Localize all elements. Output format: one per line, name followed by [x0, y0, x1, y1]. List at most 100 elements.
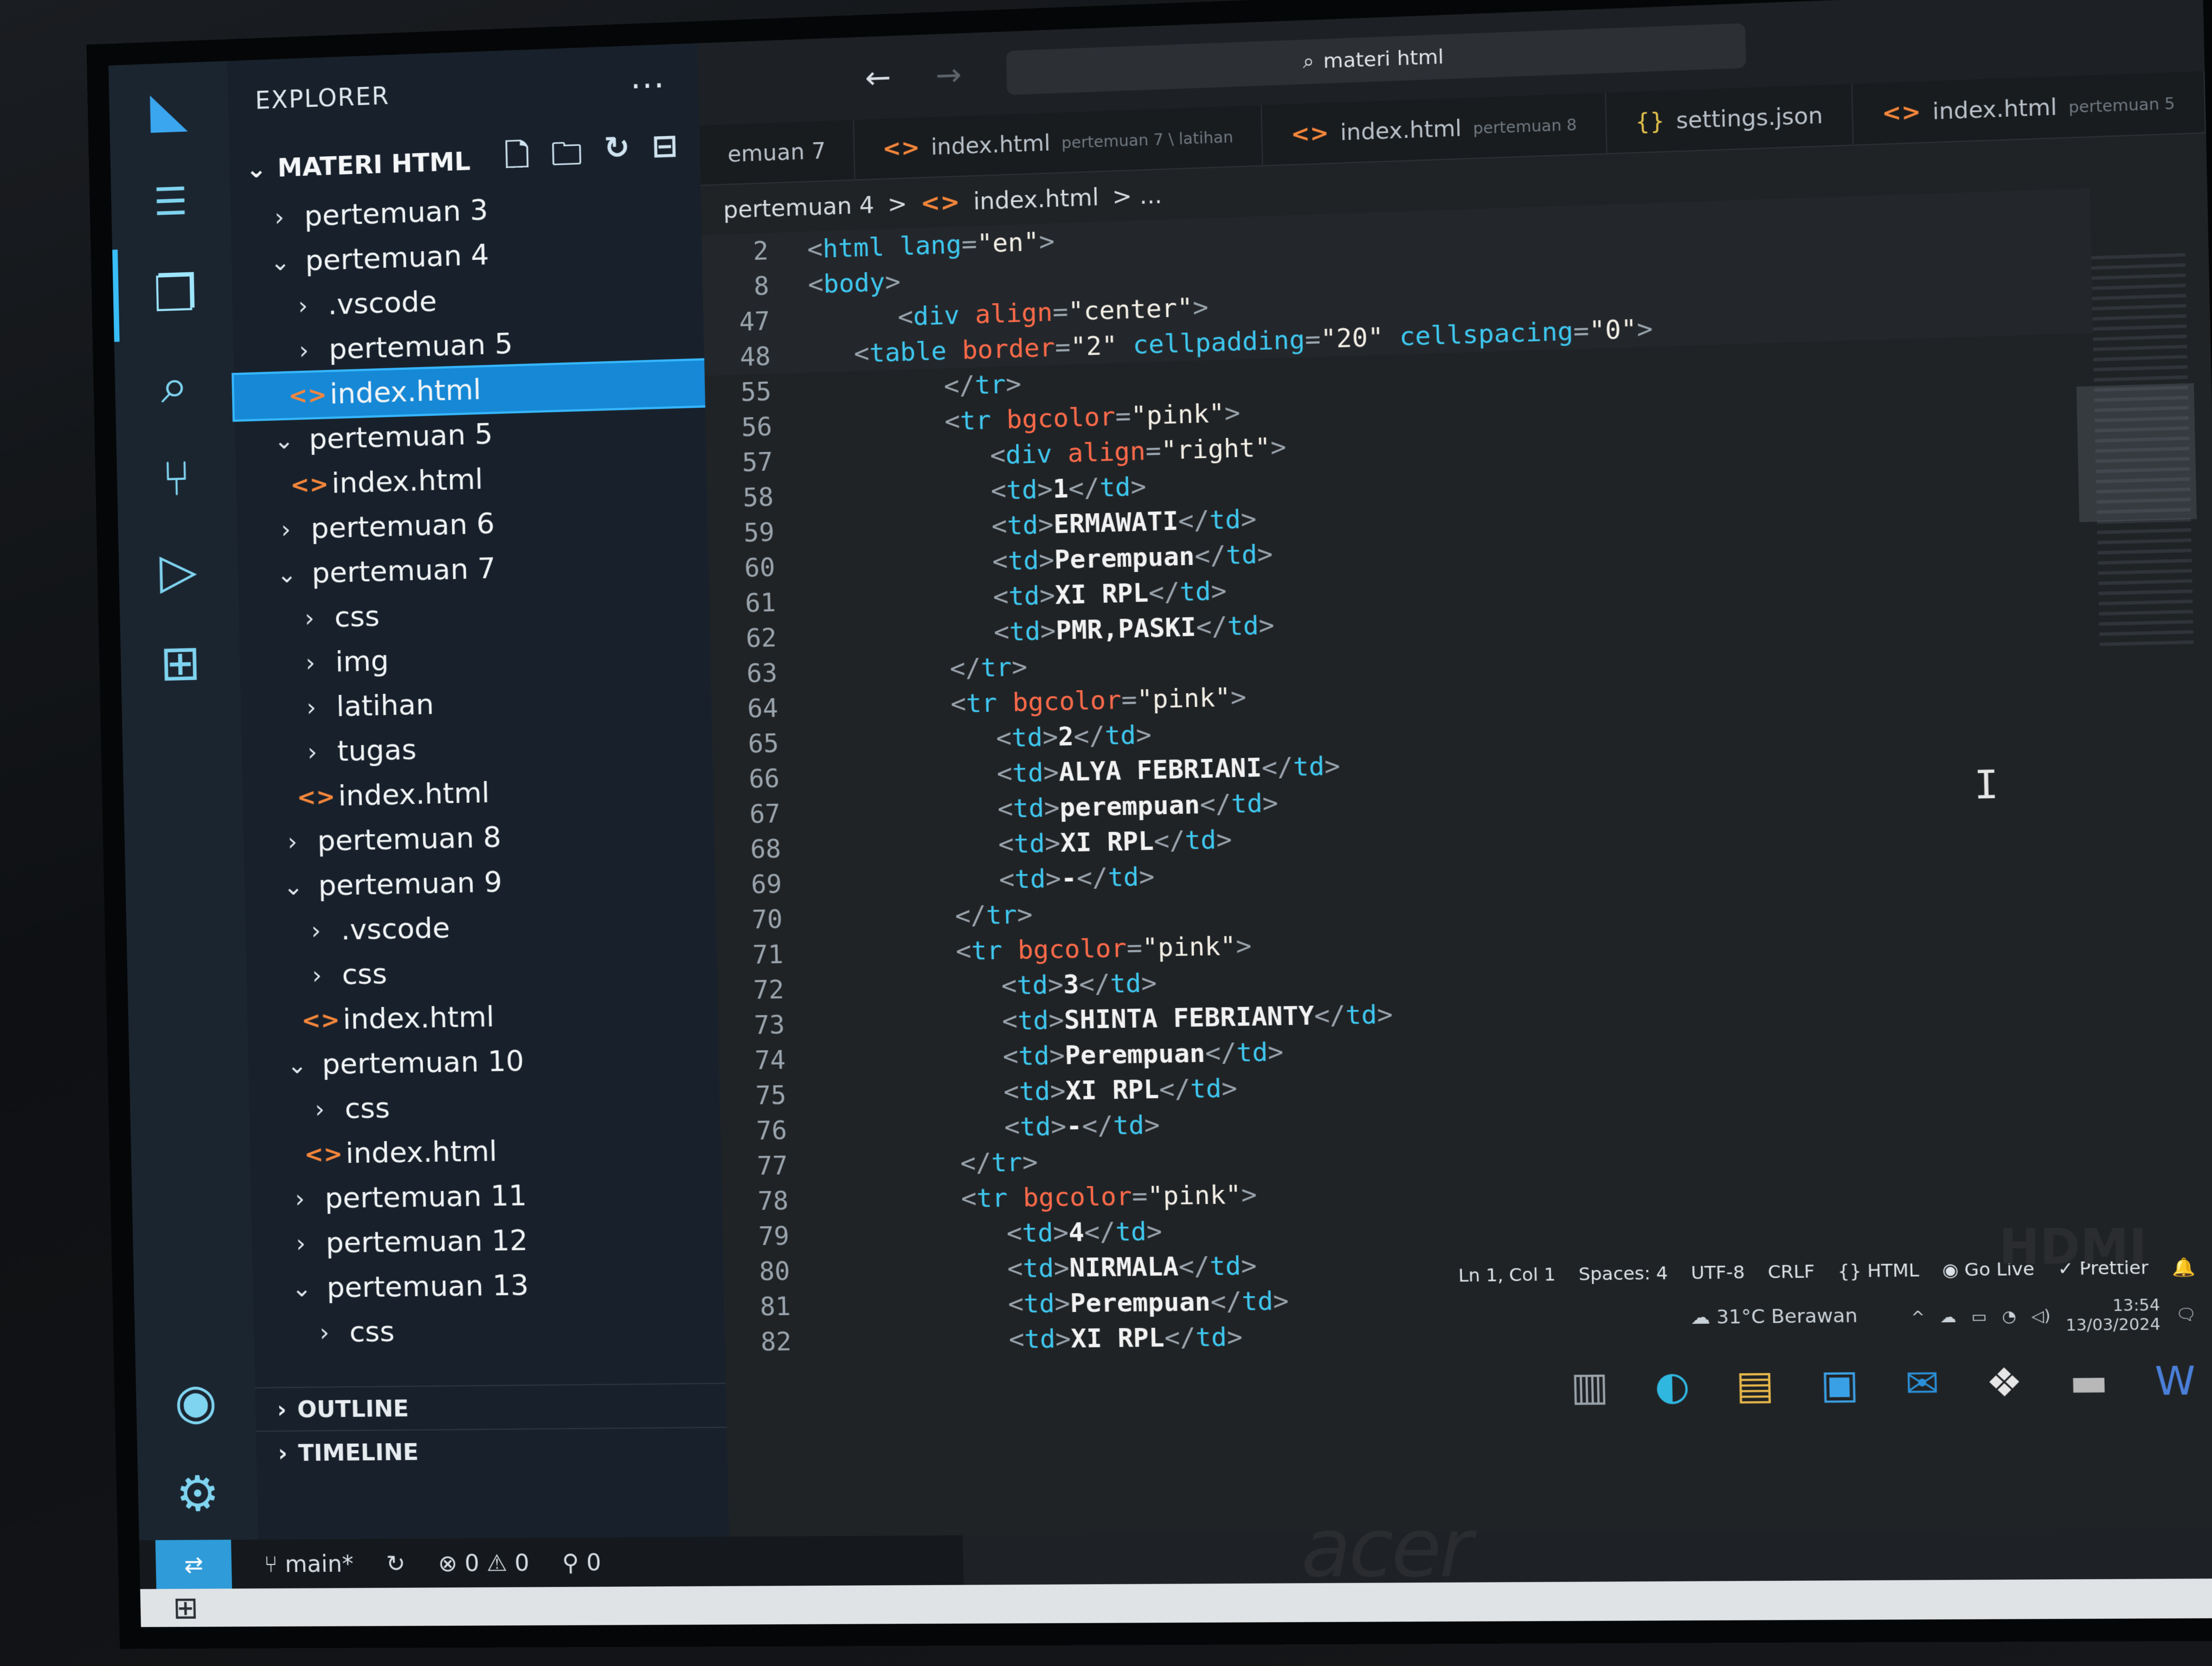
command-center-search[interactable]: ⌕ materi html	[1006, 23, 1746, 95]
mail-icon[interactable]: ✉	[1905, 1360, 1940, 1407]
html-file-icon: <>	[297, 783, 330, 811]
chevron-down-icon: ⌄	[280, 1051, 313, 1079]
code-token: <	[993, 617, 1009, 647]
editor-tab[interactable]: {} settings.json	[1606, 84, 1854, 155]
tree-folder-item[interactable]: › css	[249, 1081, 721, 1133]
code-token: <	[1008, 1289, 1024, 1318]
code-token: td	[1018, 1041, 1050, 1071]
code-text: <td>Perempuan</td>	[829, 1286, 1289, 1321]
tree-item-label: index.html	[343, 1001, 494, 1036]
account-icon[interactable]: ◉	[136, 1355, 256, 1448]
branch-indicator[interactable]: ⑂ main*	[264, 1550, 354, 1577]
notification-center-icon[interactable]: 🗨	[2175, 1305, 2196, 1324]
tree-item-label: pertemuan 11	[325, 1180, 528, 1215]
code-token: >	[1136, 720, 1152, 750]
weather-widget[interactable]: ☁ 31°C Berawan	[1690, 1305, 1858, 1329]
windows-start-icon[interactable]: ⊞	[172, 1590, 198, 1625]
code-editor[interactable]: 2 <html lang="en"> 8 <body> 47 <div align="ce…	[702, 188, 2119, 1536]
code-token: >	[1226, 1322, 1243, 1352]
run-debug-icon[interactable]: ▷	[118, 523, 239, 618]
code-token: >	[1045, 863, 1062, 894]
editor-tab[interactable]: <> index.html pertemuan 8	[1262, 93, 1607, 166]
chevron-down-icon: ⌄	[270, 560, 303, 588]
edge-icon[interactable]: ◐	[1654, 1362, 1690, 1408]
error-count: 0	[465, 1549, 480, 1577]
word-icon[interactable]: W	[2155, 1357, 2196, 1404]
file-explorer-icon[interactable]: ▤	[1735, 1362, 1774, 1408]
code-token: </	[955, 900, 986, 931]
source-control-icon[interactable]: ⑂	[116, 431, 237, 526]
battery-icon[interactable]: ▭	[1971, 1308, 1987, 1327]
settings-gear-icon[interactable]: ⚙	[137, 1447, 258, 1540]
code-token: <	[997, 793, 1013, 824]
tree-item-label: css	[334, 600, 380, 634]
code-token: =	[1052, 297, 1069, 327]
forward-arrow-icon[interactable]: →	[935, 56, 962, 93]
amazon-icon[interactable]: ▬	[2069, 1359, 2108, 1405]
code-token: >	[1270, 432, 1287, 462]
problems-indicator[interactable]: ⊗ 0 ⚠ 0	[438, 1549, 530, 1576]
ports-indicator[interactable]: ⚲ 0	[562, 1549, 601, 1576]
tree-folder-item[interactable]: › pertemuan 12	[252, 1216, 723, 1266]
tree-file-item[interactable]: <> index.html	[249, 1126, 721, 1177]
encoding[interactable]: UTF-8	[1690, 1261, 1745, 1283]
breadcrumb-file[interactable]: index.html	[973, 183, 1099, 215]
indentation[interactable]: Spaces: 4	[1578, 1263, 1668, 1285]
new-folder-icon[interactable]: 🗀	[551, 131, 583, 184]
code-token: >	[1037, 474, 1053, 504]
explorer-files-icon[interactable]: ❐	[112, 246, 233, 342]
code-text: <td>XI RPL</td>	[830, 1322, 1243, 1356]
code-token: >	[1144, 1110, 1160, 1140]
code-token: Perempuan	[1070, 1287, 1211, 1318]
tree-folder-item[interactable]: › css	[246, 946, 718, 999]
onedrive-icon[interactable]: ☁	[1940, 1308, 1957, 1327]
tree-folder-item[interactable]: ⌄ pertemuan 13	[253, 1261, 724, 1311]
store-icon[interactable]: ▣	[1820, 1361, 1860, 1407]
editor-tab[interactable]: <> index.html pertemuan 5	[1852, 71, 2206, 146]
code-token: >	[1053, 1218, 1069, 1247]
more-actions-icon[interactable]: ···	[630, 66, 666, 106]
tree-folder-item[interactable]: › .vscode	[245, 901, 717, 954]
back-arrow-icon[interactable]: ←	[864, 59, 891, 96]
tree-folder-item[interactable]: ⌄ pertemuan 10	[248, 1036, 719, 1088]
line-ending[interactable]: CRLF	[1767, 1261, 1815, 1283]
wifi-icon[interactable]: ◔	[2002, 1307, 2016, 1326]
code-token: td	[1190, 1073, 1222, 1104]
tree-folder-item[interactable]: › pertemuan 11	[250, 1171, 722, 1222]
new-file-icon[interactable]: 🗋	[504, 133, 530, 185]
status-bar-left: ⇄ ⑂ main* ↻ ⊗ 0 ⚠ 0 ⚲ 0	[139, 1535, 964, 1589]
code-token: td	[1014, 864, 1046, 894]
code-token: >	[1141, 968, 1157, 998]
line-number: 59	[708, 516, 813, 549]
collapse-all-icon[interactable]: ⊟	[652, 127, 679, 181]
breadcrumb-folder[interactable]: pertemuan 4	[723, 191, 874, 223]
code-token: >	[1637, 313, 1654, 344]
code-token: <	[1002, 1006, 1018, 1036]
editor-tab[interactable]: emuan 7	[699, 120, 856, 186]
tree-file-item[interactable]: <> index.html	[247, 991, 718, 1044]
menu-icon[interactable]: ☰	[111, 153, 232, 250]
language-mode[interactable]: {} HTML	[1837, 1259, 1919, 1281]
refresh-icon[interactable]: ↻	[603, 130, 631, 183]
code-token: 2	[1058, 721, 1074, 752]
code-token: >	[1044, 792, 1060, 823]
cursor-position[interactable]: Ln 1, Col 1	[1458, 1264, 1555, 1286]
task-view-icon[interactable]: ▥	[1570, 1363, 1609, 1409]
tree-folder-item[interactable]: › css	[253, 1306, 725, 1356]
code-token: </	[1200, 789, 1232, 819]
notifications-bell-icon[interactable]: 🔔	[2172, 1256, 2196, 1278]
volume-icon[interactable]: ◁)	[2031, 1306, 2051, 1325]
breadcrumb-tail[interactable]: > ...	[1112, 181, 1162, 210]
clock[interactable]: 13:54 13/03/2024	[2065, 1296, 2160, 1335]
remote-indicator-icon[interactable]: ⇄	[156, 1540, 232, 1589]
tray-chevron-icon[interactable]: ^	[1911, 1308, 1925, 1327]
search-icon[interactable]: ⌕	[114, 338, 235, 434]
code-token: </	[1076, 862, 1108, 893]
extensions-icon[interactable]: ⊞	[120, 615, 241, 710]
dropbox-icon[interactable]: ❖	[1985, 1360, 2023, 1406]
sync-icon[interactable]: ↻	[386, 1550, 406, 1577]
tree-item-label: pertemuan 13	[326, 1269, 529, 1304]
outline-section[interactable]: › OUTLINE	[255, 1383, 726, 1431]
timeline-section[interactable]: › TIMELINE	[256, 1427, 728, 1475]
minimap-slider[interactable]	[2076, 383, 2197, 522]
